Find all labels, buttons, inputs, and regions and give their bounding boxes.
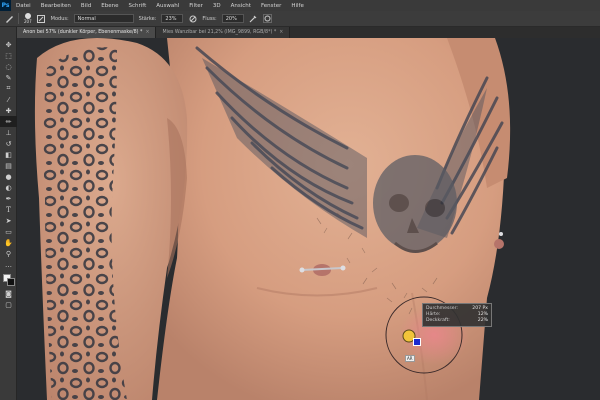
separator xyxy=(18,13,19,24)
cursor-fill-swatch xyxy=(413,338,421,346)
tab-label: Mies Wanzibar bei 21,2% (IMG_9899, RGB/8… xyxy=(162,30,277,35)
tab-label: Anon bei 57% (dunkler Körper, Ebenenmask… xyxy=(23,30,143,35)
menu-ebene[interactable]: Ebene xyxy=(96,3,123,9)
skull-tattoo xyxy=(373,155,457,253)
background-color-swatch[interactable] xyxy=(7,278,15,286)
eyedropper-tool-icon[interactable]: ⁄ xyxy=(0,94,17,105)
zoom-tool-icon[interactable]: ⚲ xyxy=(0,248,17,259)
shape-tool-icon[interactable]: ▭ xyxy=(0,226,17,237)
screen-mode-icon[interactable]: ▢ xyxy=(0,299,17,310)
quick-select-tool-icon[interactable]: ✎ xyxy=(0,72,17,83)
menu-datei[interactable]: Datei xyxy=(11,3,36,9)
airbrush-icon[interactable] xyxy=(249,14,258,23)
quick-mask-icon[interactable]: ◙ xyxy=(0,288,17,299)
more-tools-icon[interactable]: … xyxy=(0,259,17,270)
opacity-value: 23% xyxy=(165,15,177,22)
cursor-label: AR xyxy=(405,355,415,362)
tab-anon[interactable]: Anon bei 57% (dunkler Körper, Ebenenmask… xyxy=(17,27,157,38)
pressure-opacity-icon[interactable] xyxy=(188,14,197,23)
menu-3d[interactable]: 3D xyxy=(208,3,226,9)
menu-filter[interactable]: Filter xyxy=(184,3,208,9)
tools-panel: ✥ ⬚ ◌ ✎ ⌗ ⁄ ✚ ✏ ⊥ ↺ ◧ ▤ ● ◐ ✒ T ➤ ▭ ✋ ⚲ … xyxy=(0,27,17,400)
lasso-tool-icon[interactable]: ◌ xyxy=(0,61,17,72)
menu-bearbeiten[interactable]: Bearbeiten xyxy=(36,3,76,9)
mode-value: Normal xyxy=(77,15,96,22)
stamp-tool-icon[interactable]: ⊥ xyxy=(0,127,17,138)
flow-label: Fluss: xyxy=(202,15,217,22)
pressure-size-icon[interactable] xyxy=(262,14,272,23)
brush-size-value: 207 xyxy=(24,19,32,24)
brush-size-picker[interactable]: 207 xyxy=(24,13,32,24)
options-bar: 207 Modus: Normal Stärke: 23% Fluss: 20% xyxy=(0,11,600,27)
menu-auswahl[interactable]: Auswahl xyxy=(151,3,184,9)
photoshop-logo[interactable]: Ps xyxy=(0,0,11,11)
close-icon[interactable]: × xyxy=(279,30,283,35)
crop-tool-icon[interactable]: ⌗ xyxy=(0,83,17,94)
opacity-row: Deckkraft: 22% xyxy=(426,318,488,324)
brush-info-tooltip: Durchmesser: 207 Px Härte: 12% Deckkraft… xyxy=(422,303,492,327)
mode-label: Modus: xyxy=(50,15,69,22)
pen-tool-icon[interactable]: ✒ xyxy=(0,193,17,204)
brush-tool-preset-icon[interactable] xyxy=(4,14,13,23)
menu-schrift[interactable]: Schrift xyxy=(123,3,151,9)
mode-select[interactable]: Normal xyxy=(73,14,134,23)
hand-tool-icon[interactable]: ✋ xyxy=(0,237,17,248)
healing-brush-tool-icon[interactable]: ✚ xyxy=(0,105,17,116)
opacity-info-label: Deckkraft: xyxy=(426,318,450,323)
gradient-tool-icon[interactable]: ▤ xyxy=(0,160,17,171)
marquee-tool-icon[interactable]: ⬚ xyxy=(0,50,17,61)
tab-mies-wanzibar[interactable]: Mies Wanzibar bei 21,2% (IMG_9899, RGB/8… xyxy=(156,27,291,38)
brush-tool-icon[interactable]: ✏ xyxy=(0,116,17,127)
photo-artwork xyxy=(17,38,600,400)
menu-bild[interactable]: Bild xyxy=(76,3,96,9)
path-select-tool-icon[interactable]: ➤ xyxy=(0,215,17,226)
history-brush-tool-icon[interactable]: ↺ xyxy=(0,138,17,149)
menu-fenster[interactable]: Fenster xyxy=(256,3,286,9)
flow-value: 20% xyxy=(225,15,237,22)
document-canvas[interactable]: AR Durchmesser: 207 Px Härte: 12% Deckkr… xyxy=(17,38,600,400)
move-tool-icon[interactable]: ✥ xyxy=(0,39,17,50)
type-tool-icon[interactable]: T xyxy=(0,204,17,215)
menu-ansicht[interactable]: Ansicht xyxy=(226,3,256,9)
color-swatches[interactable] xyxy=(0,272,17,288)
dodge-tool-icon[interactable]: ◐ xyxy=(0,182,17,193)
brush-panel-icon[interactable] xyxy=(37,14,46,23)
menu-bar: Ps Datei Bearbeiten Bild Ebene Schrift A… xyxy=(0,0,600,11)
opacity-label: Stärke: xyxy=(138,15,157,22)
opacity-info-value: 22% xyxy=(477,318,488,323)
menu-hilfe[interactable]: Hilfe xyxy=(286,3,309,9)
document-tabs: Anon bei 57% (dunkler Körper, Ebenenmask… xyxy=(17,27,600,38)
close-icon[interactable]: × xyxy=(145,30,149,35)
opacity-input[interactable]: 23% xyxy=(161,14,184,23)
eraser-tool-icon[interactable]: ◧ xyxy=(0,149,17,160)
blur-tool-icon[interactable]: ● xyxy=(0,171,17,182)
flow-input[interactable]: 20% xyxy=(221,14,244,23)
